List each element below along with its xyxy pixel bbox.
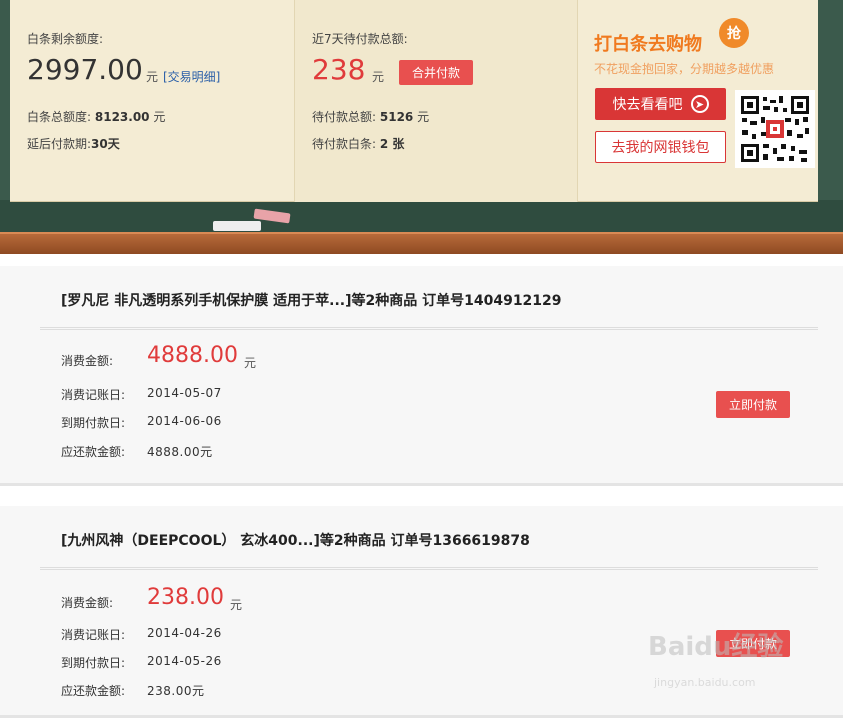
deferral-row: 延后付款期:30天 xyxy=(27,135,120,152)
chalk-white-decoration xyxy=(213,221,261,231)
record-date-label: 消费记账日: xyxy=(61,388,126,402)
baidu-watermark: Baidu经验 jingyan.baidu.com xyxy=(648,626,838,696)
total-limit-row: 白条总额度: 8123.00 元 xyxy=(27,108,165,125)
total-limit-unit: 元 xyxy=(153,110,166,124)
deferral-value: 30天 xyxy=(91,137,120,151)
due-date-label: 到期付款日: xyxy=(61,416,126,430)
arrow-right-circle-icon: ➤ xyxy=(690,95,709,113)
due-date-label: 到期付款日: xyxy=(61,656,126,670)
record-date-value: 2014-04-26 xyxy=(147,626,222,640)
due-date-value: 2014-06-06 xyxy=(147,414,222,428)
total-limit-value: 8123.00 xyxy=(94,110,150,124)
order-title: [九州风神（DEEPCOOL） 玄冰400...]等2种商品 订单号136661… xyxy=(61,533,530,549)
repay-label: 应还款金额: xyxy=(61,445,126,459)
pending-count-row: 待付款白条: 2 张 xyxy=(312,135,404,152)
browse-now-button[interactable]: 快去看看吧 ➤ xyxy=(595,88,726,120)
amount-label: 消费金额: xyxy=(61,596,114,610)
credit-limit-section: 白条剩余额度: 2997.00 元 [交易明细] 白条总额度: 8123.00 … xyxy=(10,0,294,202)
watermark-url: jingyan.baidu.com xyxy=(654,676,756,689)
remaining-limit-value: 2997.00 xyxy=(27,53,143,86)
remaining-limit-unit: 元 xyxy=(146,70,159,84)
pay-now-button[interactable]: 立即付款 xyxy=(716,391,790,418)
amount-value: 238.00 xyxy=(147,585,224,610)
grab-badge-icon: 抢 xyxy=(719,18,749,48)
order-title: [罗凡尼 非凡透明系列手机保护膜 适用于苹...]等2种商品 订单号140491… xyxy=(61,293,562,309)
credit-summary-panel: 白条剩余额度: 2997.00 元 [交易明细] 白条总额度: 8123.00 … xyxy=(10,0,818,202)
repay-value: 4888.00元 xyxy=(147,445,213,459)
due-section: 近7天待付款总额: 238 元 合并付款 待付款总额: 5126 元 待付款白条… xyxy=(294,0,578,202)
record-date-label: 消费记账日: xyxy=(61,628,126,642)
amount-value: 4888.00 xyxy=(147,343,238,368)
pending-count-value: 2 张 xyxy=(379,137,405,151)
chalk-tray xyxy=(0,200,843,236)
week-due-unit: 元 xyxy=(372,70,385,84)
due-date-value: 2014-05-26 xyxy=(147,654,222,668)
amount-unit: 元 xyxy=(230,598,243,612)
pending-total-value: 5126 xyxy=(379,110,414,124)
wallet-button[interactable]: 去我的网银钱包 xyxy=(595,131,726,163)
remaining-limit-label: 白条剩余额度: xyxy=(27,32,104,46)
promo-subtitle: 不花现金抱回家，分期越多越优惠 xyxy=(594,62,775,76)
amount-unit: 元 xyxy=(244,356,257,370)
record-date-value: 2014-05-07 xyxy=(147,386,222,400)
pending-total-label: 待付款总额: xyxy=(312,110,377,124)
promo-title: 打白条去购物 xyxy=(594,34,702,55)
browse-now-label: 快去看看吧 xyxy=(612,97,683,113)
card-divider xyxy=(40,327,818,330)
promo-section: 打白条去购物 抢 不花现金抱回家，分期越多越优惠 快去看看吧 ➤ 去我的网银钱包 xyxy=(578,0,818,202)
pending-total-row: 待付款总额: 5126 元 xyxy=(312,108,429,125)
board-wooden-frame xyxy=(0,232,843,254)
watermark-brand: Baidu经验 xyxy=(648,632,784,662)
pending-count-label: 待付款白条: xyxy=(312,137,377,151)
card-divider xyxy=(40,567,818,570)
week-due-value: 238 xyxy=(312,53,366,86)
total-limit-label: 白条总额度: xyxy=(27,110,92,124)
merge-payment-button[interactable]: 合并付款 xyxy=(399,60,473,85)
pending-total-unit: 元 xyxy=(417,110,430,124)
repay-value: 238.00元 xyxy=(147,684,205,698)
repay-label: 应还款金额: xyxy=(61,684,126,698)
order-card: [罗凡尼 非凡透明系列手机保护膜 适用于苹...]等2种商品 订单号140491… xyxy=(0,266,843,486)
deferral-label: 延后付款期: xyxy=(27,137,92,151)
amount-label: 消费金额: xyxy=(61,354,114,368)
transactions-link[interactable]: [交易明细] xyxy=(163,68,220,85)
week-due-label: 近7天待付款总额: xyxy=(312,32,408,46)
qr-code-icon xyxy=(735,90,815,168)
